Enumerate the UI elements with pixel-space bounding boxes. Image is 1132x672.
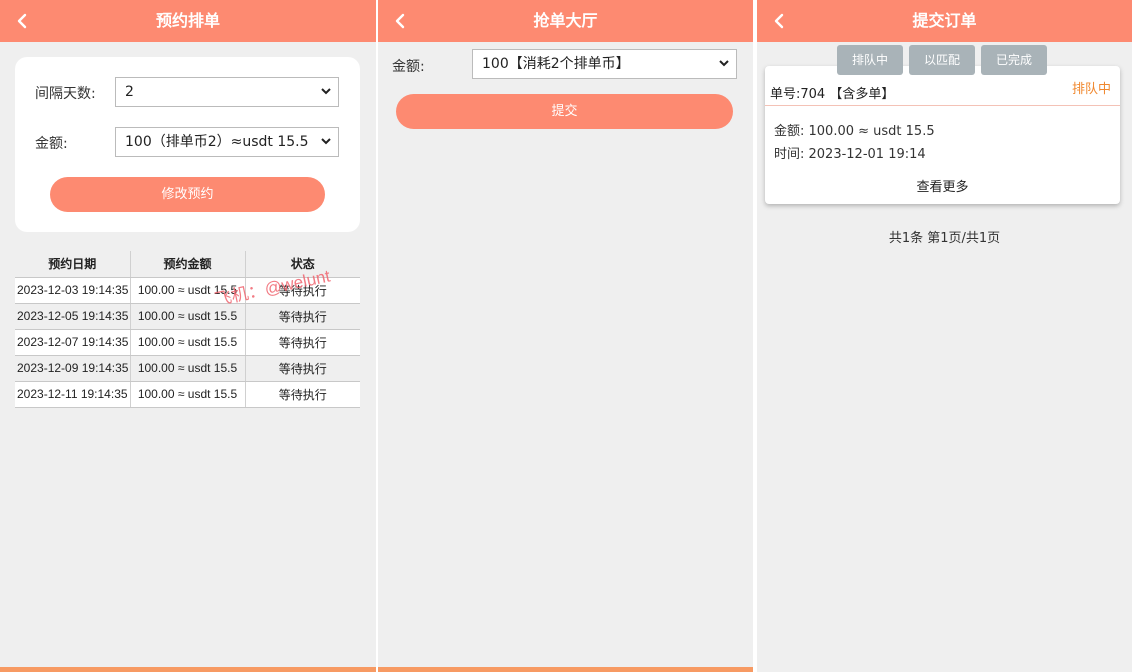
row-date: 2023-12-11 19:14:35 [15,381,131,408]
row-status: 等待执行 [245,303,360,330]
amount-select[interactable]: 100（排单币2）≈usdt 15.5 [115,127,339,157]
bottom-bar [378,667,753,672]
row-status: 等待执行 [245,329,360,356]
tab-completed[interactable]: 已完成 [981,45,1047,75]
bottom-bar [0,667,376,672]
row-status: 等待执行 [245,355,360,382]
modify-reservation-button[interactable]: 修改预约 [50,177,325,212]
chevron-down-icon [321,138,331,145]
tab-queued[interactable]: 排队中 [837,45,903,75]
row-status: 等待执行 [245,381,360,408]
amount-value: 100【消耗2个排单币】 [482,56,630,72]
order-number: 单号:704 【含多单】 [770,87,895,102]
row-date: 2023-12-03 19:14:35 [15,277,131,304]
header: 抢单大厅 [378,0,753,42]
view-more-link[interactable]: 查看更多 [765,176,1120,195]
page-title: 预约排单 [155,11,220,30]
amount-value: 100（排单币2）≈usdt 15.5 [125,134,309,150]
table-row: 2023-12-09 19:14:35 100.00 ≈ usdt 15.5 等… [15,355,360,382]
amount-select[interactable]: 100【消耗2个排单币】 [472,49,737,79]
chevron-down-icon [321,88,331,95]
amount-label: 金额: [392,59,425,75]
pagination-info: 共1条 第1页/共1页 [888,231,1001,246]
table-row: 2023-12-07 19:14:35 100.00 ≈ usdt 15.5 等… [15,329,360,356]
column-header-amount: 预约金额 [130,251,246,278]
row-date: 2023-12-09 19:14:35 [15,355,131,382]
amount-label: 金额: [35,136,68,152]
interval-days-value: 2 [125,84,134,100]
order-status-badge: 排队中 [1071,82,1111,97]
reservation-panel: 预约排单 间隔天数: 2 金额: 100（排单币2）≈usdt 15.5 修改预… [0,0,376,672]
header: 预约排单 [0,0,376,42]
order-amount: 金额: 100.00 ≈ usdt 15.5 [774,124,935,139]
reservation-form-card: 间隔天数: 2 金额: 100（排单币2）≈usdt 15.5 修改预约 [15,57,360,232]
interval-days-label: 间隔天数: [35,86,96,102]
order-time: 时间: 2023-12-01 19:14 [774,147,926,162]
row-amount: 100.00 ≈ usdt 15.5 [130,381,246,408]
chevron-down-icon [719,60,729,67]
row-amount: 100.00 ≈ usdt 15.5 [130,355,246,382]
submit-order-panel: 提交订单 单号:704 【含多单】 排队中 金额: 100.00 ≈ usdt … [757,0,1132,672]
page-title: 抢单大厅 [533,11,598,30]
table-row: 2023-12-11 19:14:35 100.00 ≈ usdt 15.5 等… [15,381,360,408]
row-amount: 100.00 ≈ usdt 15.5 [130,329,246,356]
row-date: 2023-12-05 19:14:35 [15,303,131,330]
interval-days-select[interactable]: 2 [115,77,339,107]
grab-order-hall-panel: 抢单大厅 金额: 100【消耗2个排单币】 提交 [378,0,753,672]
tab-matched[interactable]: 以匹配 [909,45,975,75]
order-status-tabs: 排队中 以匹配 已完成 [757,45,1132,75]
row-date: 2023-12-07 19:14:35 [15,329,131,356]
order-card[interactable]: 单号:704 【含多单】 排队中 金额: 100.00 ≈ usdt 15.5 … [765,66,1120,204]
column-header-date: 预约日期 [15,251,131,278]
submit-button[interactable]: 提交 [396,94,733,129]
page-title: 提交订单 [912,11,977,30]
table-row: 2023-12-05 19:14:35 100.00 ≈ usdt 15.5 等… [15,303,360,330]
header: 提交订单 [757,0,1132,42]
